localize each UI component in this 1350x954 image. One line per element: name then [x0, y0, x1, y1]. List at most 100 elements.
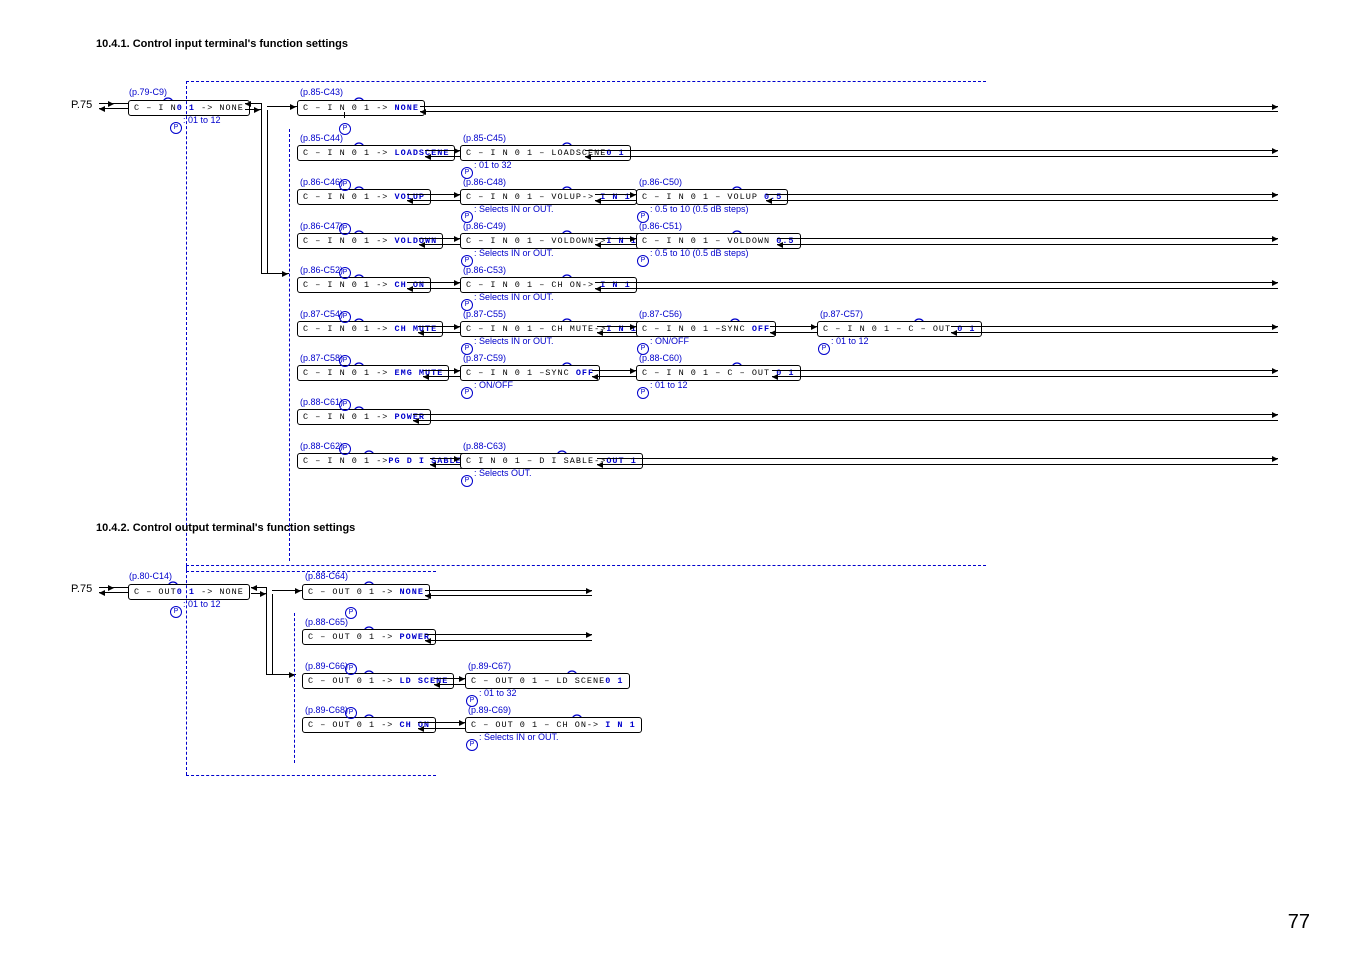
- p-mark: P: [345, 657, 357, 675]
- arrow: [459, 720, 465, 726]
- ref-c43: (p.85-C43): [300, 87, 343, 97]
- note: : Selects OUT.: [474, 468, 532, 478]
- arrow: [586, 588, 592, 594]
- dash: [186, 775, 436, 776]
- note: : 01 to 12: [650, 380, 688, 390]
- arrow: [282, 271, 288, 277]
- arrow: [454, 324, 460, 330]
- ref-c62: (p.88-C62): [300, 441, 343, 451]
- connector: [772, 370, 1278, 371]
- ref-c50: (p.86-C50): [639, 177, 682, 187]
- p-mark: P: [637, 381, 649, 399]
- arrow: [251, 585, 257, 591]
- connector: [597, 464, 1278, 465]
- ref-c57: (p.87-C57): [820, 309, 863, 319]
- arrow: [630, 192, 636, 198]
- arrow: [418, 726, 424, 732]
- arrow: [597, 462, 603, 468]
- arrow: [454, 456, 460, 462]
- box-c45: C – I N 0 1 – LOADSCENE0 1: [460, 145, 631, 161]
- connector: [597, 458, 1278, 459]
- page-number: 77: [1288, 911, 1310, 934]
- connector: [420, 106, 1278, 107]
- connector: [770, 326, 817, 327]
- dash: [289, 129, 290, 561]
- arrow: [630, 236, 636, 242]
- box-c49: C – I N 0 1 – VOLDOWN->I N 1: [460, 233, 643, 249]
- arrow: [586, 632, 592, 638]
- box-c59: C – I N 0 1 –SYNC OFF: [460, 365, 600, 381]
- connector: [425, 634, 592, 635]
- arrow: [1272, 324, 1278, 330]
- p-mark: P: [339, 437, 351, 455]
- arrow: [811, 324, 817, 330]
- arrow: [1272, 412, 1278, 418]
- connector: [766, 200, 1278, 201]
- arrow: [1272, 236, 1278, 242]
- arrow: [108, 101, 114, 107]
- arrow: [459, 676, 465, 682]
- ref-c58: (p.87-C58): [300, 353, 343, 363]
- arrow: [592, 374, 598, 380]
- box-c61: C – I N 0 1 -> POWER: [297, 409, 431, 425]
- connector: [419, 244, 460, 245]
- connector: [595, 244, 636, 245]
- arrow: [597, 330, 603, 336]
- p-mark: P: [637, 249, 649, 267]
- arrow: [1272, 280, 1278, 286]
- arrow: [454, 368, 460, 374]
- connector: [777, 244, 1278, 245]
- p-mark: P: [461, 469, 473, 487]
- arrow: [430, 462, 436, 468]
- connector: [595, 282, 1278, 283]
- connector: [407, 288, 460, 289]
- connector: [595, 200, 636, 201]
- ref-c61: (p.88-C61): [300, 397, 343, 407]
- ref-c55: (p.87-C55): [463, 309, 506, 319]
- arrow: [1272, 104, 1278, 110]
- arrow: [245, 101, 251, 107]
- box-c56: C – I N 0 1 –SYNC OFF: [636, 321, 776, 337]
- section-2-title: 10.4.2. Control output terminal's functi…: [96, 522, 355, 534]
- ref-c53: (p.86-C53): [463, 265, 506, 275]
- ref-c59: (p.87-C59): [463, 353, 506, 363]
- arrow: [1272, 368, 1278, 374]
- arrow: [1272, 192, 1278, 198]
- connector: [413, 414, 1278, 415]
- ref-c65: (p.88-C65): [305, 617, 348, 627]
- p-mark: P: [339, 349, 351, 367]
- note: : ON/OFF: [650, 336, 689, 346]
- connector: [425, 595, 592, 596]
- connector: [407, 282, 460, 283]
- connector: [407, 200, 460, 201]
- arrow: [770, 330, 776, 336]
- connector: [344, 112, 345, 118]
- box-c62: C – I N 0 1 ->PG D I SABLE: [297, 453, 468, 469]
- ref-c66: (p.89-C66): [305, 661, 348, 671]
- connector: [951, 332, 1278, 333]
- arrow: [420, 109, 426, 115]
- ref-c45: (p.85-C45): [463, 133, 506, 143]
- arrow: [425, 638, 431, 644]
- p-mark: P: [818, 337, 830, 355]
- ref-c67: (p.89-C67): [468, 661, 511, 671]
- connector: [266, 587, 267, 675]
- ref-c48: (p.86-C48): [463, 177, 506, 187]
- arrow: [290, 104, 296, 110]
- arrow: [766, 198, 772, 204]
- arrow: [454, 280, 460, 286]
- ref-c46: (p.86-C46): [300, 177, 343, 187]
- connector: [418, 332, 460, 333]
- arrow: [630, 368, 636, 374]
- connector: [595, 288, 1278, 289]
- arrow: [454, 236, 460, 242]
- arrow: [595, 286, 601, 292]
- connector: [592, 376, 636, 377]
- arrow: [585, 154, 591, 160]
- arrow: [772, 374, 778, 380]
- page-ref-label: P.75: [71, 583, 92, 595]
- arrow: [1272, 456, 1278, 462]
- connector: [418, 722, 465, 723]
- p-mark: P: [170, 116, 182, 134]
- ref-c60: (p.88-C60): [639, 353, 682, 363]
